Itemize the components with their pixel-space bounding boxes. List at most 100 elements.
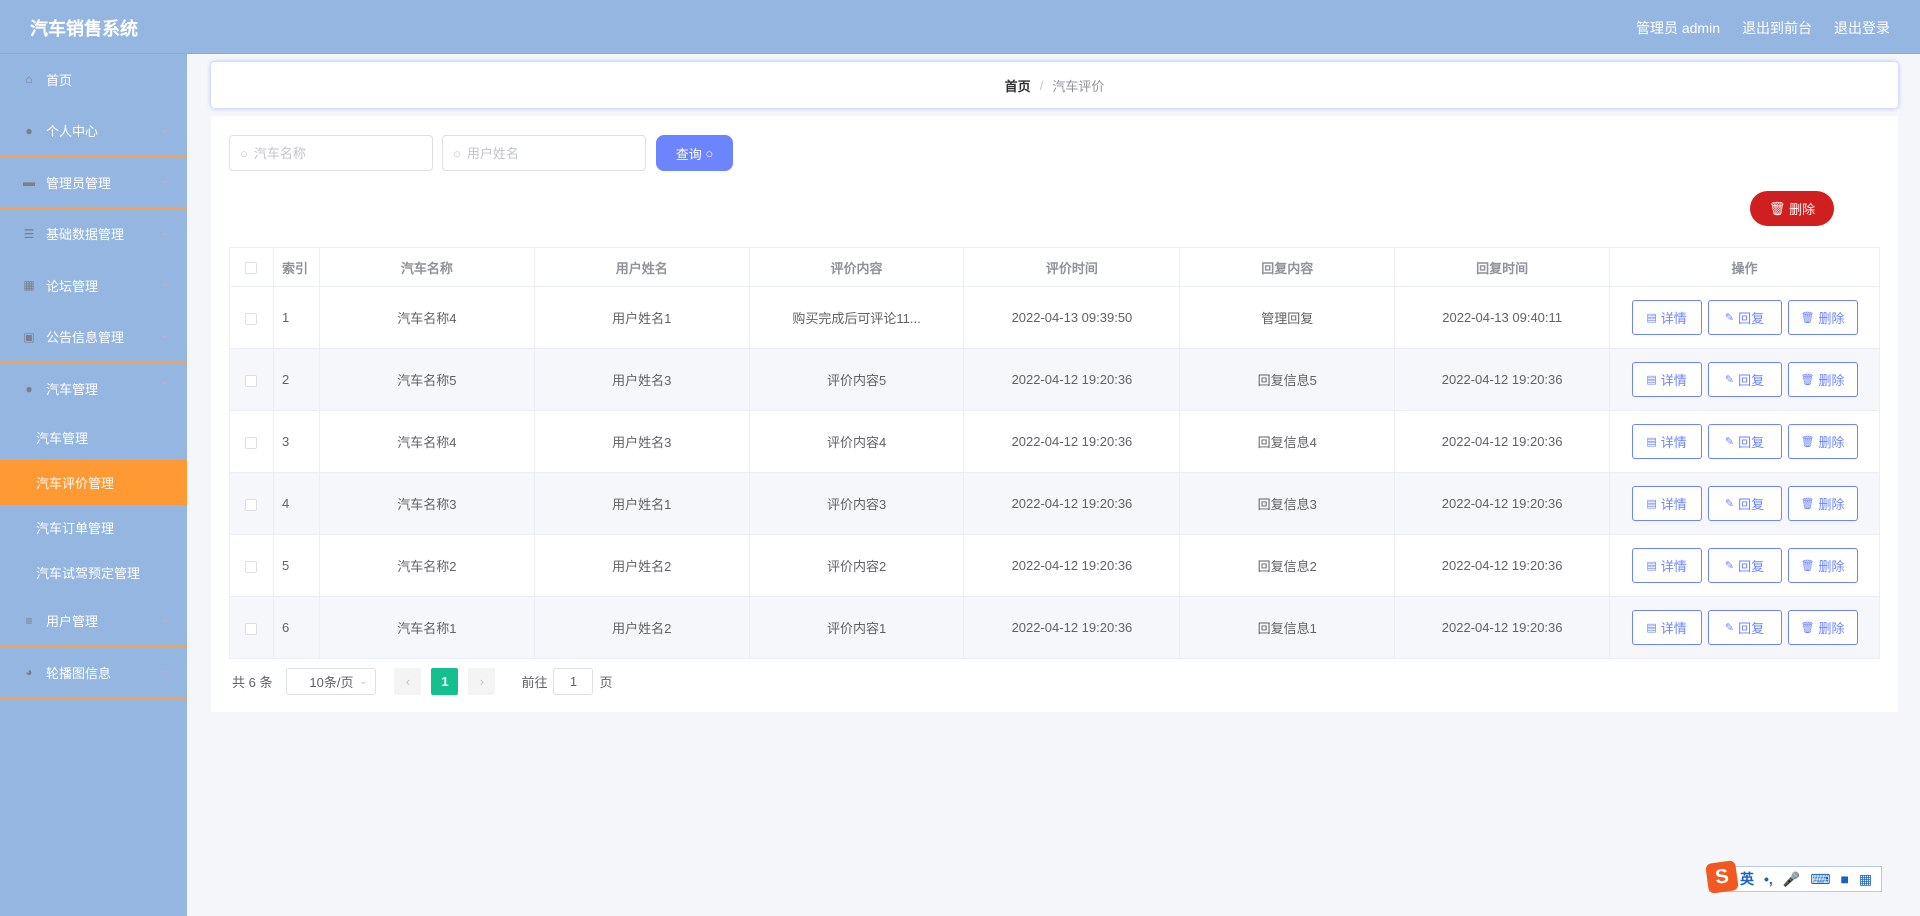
apps-grid-icon[interactable]: ▦ [1859,871,1872,888]
sidebar-item-0[interactable]: ⌂ 首页 [0,54,187,106]
sidebar-item-5[interactable]: ▣ 公告信息管理 ⌄ [0,312,187,363]
detail-button[interactable]: ▤ 详情 [1631,548,1702,583]
punctuation-icon[interactable]: •, [1764,871,1773,887]
page-1-button[interactable]: 1 [431,668,459,695]
query-button[interactable]: 查询 ○ [656,135,733,171]
submenu-item-0[interactable]: 汽车管理 [0,415,187,460]
sidebar-item-7[interactable]: ≡ 用户管理 ⌄ [0,596,187,647]
page-size-select[interactable]: 10条/页 ⌄ [286,668,377,695]
sidebar-item-3[interactable]: ☰ 基础数据管理 ⌄ [0,209,187,260]
search-icon: ○ [240,145,248,161]
document-icon: ▤ [1646,622,1657,634]
detail-button[interactable]: ▤ 详情 [1631,300,1702,335]
table-cell: 用户姓名3 [533,410,750,473]
reply-button[interactable]: ✎ 回复 [1707,362,1782,397]
sidebar-item-6[interactable]: ● 汽车管理 ⌃ [0,363,187,415]
delete-button[interactable]: 🗑 删除 [1787,424,1858,459]
column-header: 评价内容 [748,247,965,287]
user-name-search[interactable]: ○ [442,135,646,171]
breadcrumb-home[interactable]: 首页 [1005,76,1031,95]
row-checkbox[interactable] [245,498,258,511]
row-checkbox[interactable] [245,374,258,387]
select-all-checkbox[interactable] [245,262,258,275]
table-cell: 评价内容1 [748,596,965,659]
document-icon: ▤ [1646,436,1657,448]
table-cell: 回复信息2 [1179,534,1396,597]
sidebar-item-1[interactable]: ● 个人中心 ⌄ [0,106,187,157]
breadcrumb-current: 汽车评价 [1052,78,1105,94]
prev-page-button[interactable]: ‹ [394,668,422,695]
row-checkbox[interactable] [245,560,258,573]
microphone-icon[interactable]: 🎤 [1783,871,1800,888]
reply-button[interactable]: ✎ 回复 [1707,610,1782,645]
skin-icon[interactable]: ■ [1840,871,1848,887]
reply-button[interactable]: ✎ 回复 [1707,424,1782,459]
sidebar-item-label: 首页 [46,72,73,88]
table-cell: 2 [272,348,320,411]
batch-delete-button[interactable]: 🗑 删除 [1750,191,1834,226]
content-card: ○ ○ 查询 ○ 🗑 删除 索引汽车名称用户姓名评价内容评价时间回复内容回复时间… [211,116,1898,712]
user-name-input[interactable] [466,145,627,161]
row-select-cell[interactable] [229,286,274,349]
delete-button[interactable]: 🗑 删除 [1787,548,1858,583]
trash-icon: 🗑 [1800,312,1815,324]
ime-toolbar[interactable]: S 英 •, 🎤 ⌨ ■ ▦ [1705,860,1882,894]
row-select-cell[interactable] [229,472,274,535]
select-all-cell[interactable] [229,247,274,287]
monitor-icon: ▬ [23,175,35,190]
delete-button[interactable]: 🗑 删除 [1787,486,1858,521]
next-page-button[interactable]: › [468,668,496,695]
table-cell: 2022-04-12 19:20:36 [963,348,1181,411]
clipboard-icon: ▣ [23,329,35,344]
table-cell: 回复信息4 [1179,410,1396,473]
ime-lang[interactable]: 英 [1740,869,1754,889]
submenu-item-3[interactable]: 汽车试驾预定管理 [0,550,187,595]
delete-button[interactable]: 🗑 删除 [1787,362,1858,397]
sidebar: ⌂ 首页 ● 个人中心 ⌄ ▬ 管理员管理 ⌄ ☰ 基础数据管理 ⌄ ▦ 论坛管理 ⌄ ▣ 公告信息管理 ⌄ ● 汽… [0,54,187,916]
logout-link[interactable]: 退出登录 [1834,18,1890,38]
chevron-down-icon: ⌄ [359,676,368,687]
sidebar-item-4[interactable]: ▦ 论坛管理 ⌄ [0,260,187,312]
table-row: 1 汽车名称4 用户姓名1 购买完成后可评论11... 2022-04-13 09:39… [229,286,1880,349]
goto-page-input[interactable]: 1 [553,668,594,695]
row-select-cell[interactable] [229,596,274,659]
detail-button[interactable]: ▤ 详情 [1631,362,1702,397]
table-cell: 2022-04-12 19:20:36 [1394,348,1611,411]
search-icon: ○ [705,145,714,161]
delete-label: 删除 [1789,202,1816,217]
sidebar-item-2[interactable]: ▬ 管理员管理 ⌄ [0,157,187,209]
app-title: 汽车销售系统 [30,19,138,39]
detail-button[interactable]: ▤ 详情 [1631,486,1702,521]
row-checkbox[interactable] [245,312,258,325]
reply-button[interactable]: ✎ 回复 [1707,300,1782,335]
delete-label: 删除 [1818,311,1845,326]
keyboard-icon[interactable]: ⌨ [1810,871,1830,888]
sidebar-item-8[interactable]: ◕ 轮播图信息 ⌄ [0,647,187,699]
table-cell: 2022-04-12 19:20:36 [1394,410,1611,473]
row-checkbox[interactable] [245,622,258,635]
detail-button[interactable]: ▤ 详情 [1631,424,1702,459]
row-select-cell[interactable] [229,534,274,597]
trash-icon: 🗑 [1768,200,1786,216]
search-icon: ○ [453,145,461,161]
row-select-cell[interactable] [229,410,274,473]
table-cell: 用户姓名2 [533,534,750,597]
row-checkbox[interactable] [245,436,258,449]
delete-button[interactable]: 🗑 删除 [1787,610,1858,645]
detail-button[interactable]: ▤ 详情 [1631,610,1702,645]
car-name-input[interactable] [253,145,414,161]
reply-button[interactable]: ✎ 回复 [1707,548,1782,583]
table-row: 4 汽车名称3 用户姓名1 评价内容3 2022-04-12 19:20:36 回复信息3… [229,472,1880,535]
user-icon: ● [25,381,33,396]
edit-icon: ✎ [1724,312,1735,324]
row-select-cell[interactable] [229,348,274,411]
car-name-search[interactable]: ○ [229,135,433,171]
exit-to-front-link[interactable]: 退出到前台 [1742,18,1812,38]
submenu-item-2[interactable]: 汽车订单管理 [0,505,187,550]
submenu-item-1[interactable]: 汽车评价管理 [0,459,187,505]
sidebar-item-label: 个人中心 [46,124,99,140]
reply-button[interactable]: ✎ 回复 [1707,486,1782,521]
delete-label: 删除 [1818,435,1845,450]
sidebar-item-label: 管理员管理 [46,175,112,191]
delete-button[interactable]: 🗑 删除 [1787,300,1858,335]
